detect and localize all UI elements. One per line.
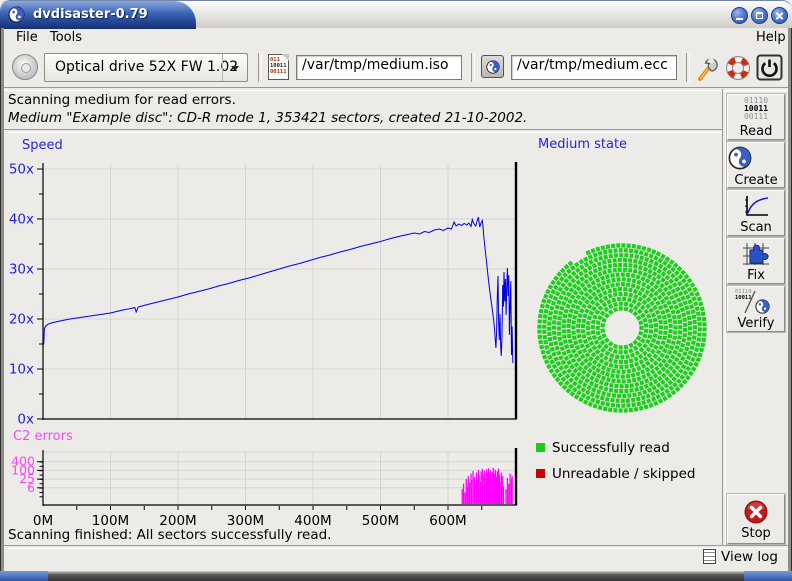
svg-text:20x: 20x bbox=[9, 312, 34, 328]
fix-button-label: Fix bbox=[728, 268, 784, 283]
view-log-button[interactable]: View log bbox=[703, 549, 778, 565]
sidebar-separator bbox=[722, 89, 726, 546]
separator bbox=[4, 545, 788, 549]
power-icon bbox=[756, 54, 783, 81]
legend-item-read: Successfully read bbox=[536, 440, 670, 456]
help-button[interactable] bbox=[725, 55, 751, 85]
svg-text:40x: 40x bbox=[9, 212, 34, 228]
read-icon: 01110 10011 00111 bbox=[728, 97, 784, 124]
minimize-button[interactable] bbox=[731, 7, 748, 24]
drive-select-arrow-zone[interactable] bbox=[222, 54, 247, 81]
titlebar[interactable]: dvdisaster-0.79 bbox=[0, 0, 792, 28]
svg-text:400: 400 bbox=[11, 454, 35, 469]
maximize-icon bbox=[756, 12, 763, 19]
ecc-file-input[interactable]: /var/tmp/medium.ecc bbox=[511, 55, 677, 80]
read-button-label: Read bbox=[728, 124, 784, 139]
separator bbox=[4, 87, 788, 91]
minimize-icon bbox=[736, 18, 743, 20]
maximize-button[interactable] bbox=[751, 7, 768, 24]
legend-swatch-green bbox=[536, 443, 545, 452]
scan-button[interactable]: Scan bbox=[727, 190, 785, 236]
app-yin-yang-icon bbox=[8, 6, 25, 23]
image-file-input[interactable]: /var/tmp/medium.iso bbox=[296, 55, 462, 80]
verify-icon: 01110 10011 bbox=[728, 289, 784, 316]
legend-item-unreadable: Unreadable / skipped bbox=[536, 466, 695, 482]
menu-file[interactable]: File bbox=[12, 30, 42, 45]
fix-icon bbox=[728, 241, 784, 268]
read-button[interactable]: 01110 10011 00111 Read bbox=[727, 94, 785, 140]
menubar: File Tools Help bbox=[4, 28, 788, 48]
create-icon bbox=[728, 145, 784, 173]
svg-text:50x: 50x bbox=[9, 162, 34, 178]
svg-text:0x: 0x bbox=[17, 412, 34, 428]
footer-status-text: Scanning finished: All sectors successfu… bbox=[8, 527, 331, 543]
verify-button-label: Verify bbox=[728, 316, 784, 331]
drive-select-combobox[interactable]: Optical drive 52X FW 1.02 bbox=[44, 53, 248, 82]
log-icon bbox=[703, 549, 716, 564]
legend-swatch-red bbox=[536, 469, 545, 478]
status-medium-text: Medium "Example disc": CD-R mode 1, 3534… bbox=[8, 110, 527, 126]
toolbar-separator bbox=[686, 53, 690, 82]
toolbar-separator bbox=[258, 53, 262, 82]
svg-text:30x: 30x bbox=[9, 262, 34, 278]
stop-button[interactable]: Stop bbox=[727, 494, 785, 544]
menu-tools[interactable]: Tools bbox=[46, 30, 86, 45]
fix-button[interactable]: Fix bbox=[727, 238, 785, 284]
status-action-text: Scanning medium for read errors. bbox=[8, 92, 236, 108]
svg-text:500M: 500M bbox=[362, 513, 399, 529]
scan-button-label: Scan bbox=[728, 220, 784, 235]
image-file-icon: 011 10011 00111 bbox=[268, 54, 289, 80]
scan-charts: 0x10x20x30x40x50x6251004000M100M200M300M… bbox=[0, 132, 532, 532]
wrench-icon bbox=[694, 53, 720, 83]
medium-state-title: Medium state bbox=[538, 137, 627, 152]
svg-text:600M: 600M bbox=[429, 513, 466, 529]
window-frame-right bbox=[788, 28, 792, 571]
medium-state-disc bbox=[533, 238, 711, 418]
titlebar-tab: dvdisaster-0.79 bbox=[0, 1, 196, 29]
window-frame-bottom bbox=[0, 571, 792, 581]
toolbar-separator bbox=[471, 53, 475, 82]
toolbar: Optical drive 52X FW 1.02 011 10011 0011… bbox=[4, 48, 788, 88]
svg-text:10x: 10x bbox=[9, 362, 34, 378]
chevron-down-icon bbox=[231, 66, 239, 71]
drive-select-value: Optical drive 52X FW 1.02 bbox=[55, 59, 238, 75]
stop-icon bbox=[728, 499, 784, 526]
scan-icon bbox=[728, 193, 784, 220]
menu-help[interactable]: Help bbox=[752, 30, 790, 45]
lifebelt-icon bbox=[725, 55, 751, 81]
ecc-file-icon bbox=[481, 55, 504, 78]
preferences-button[interactable] bbox=[694, 53, 720, 87]
app-window: dvdisaster-0.79 File Tools Help Optical … bbox=[0, 0, 792, 581]
window-title: dvdisaster-0.79 bbox=[33, 1, 148, 29]
close-button[interactable] bbox=[771, 7, 788, 24]
quit-button[interactable] bbox=[756, 54, 783, 85]
optical-drive-icon bbox=[12, 54, 38, 80]
create-button[interactable]: Create bbox=[727, 142, 785, 188]
stop-button-label: Stop bbox=[728, 526, 784, 541]
create-button-label: Create bbox=[728, 173, 784, 188]
verify-button[interactable]: 01110 10011 Verify bbox=[727, 286, 785, 332]
